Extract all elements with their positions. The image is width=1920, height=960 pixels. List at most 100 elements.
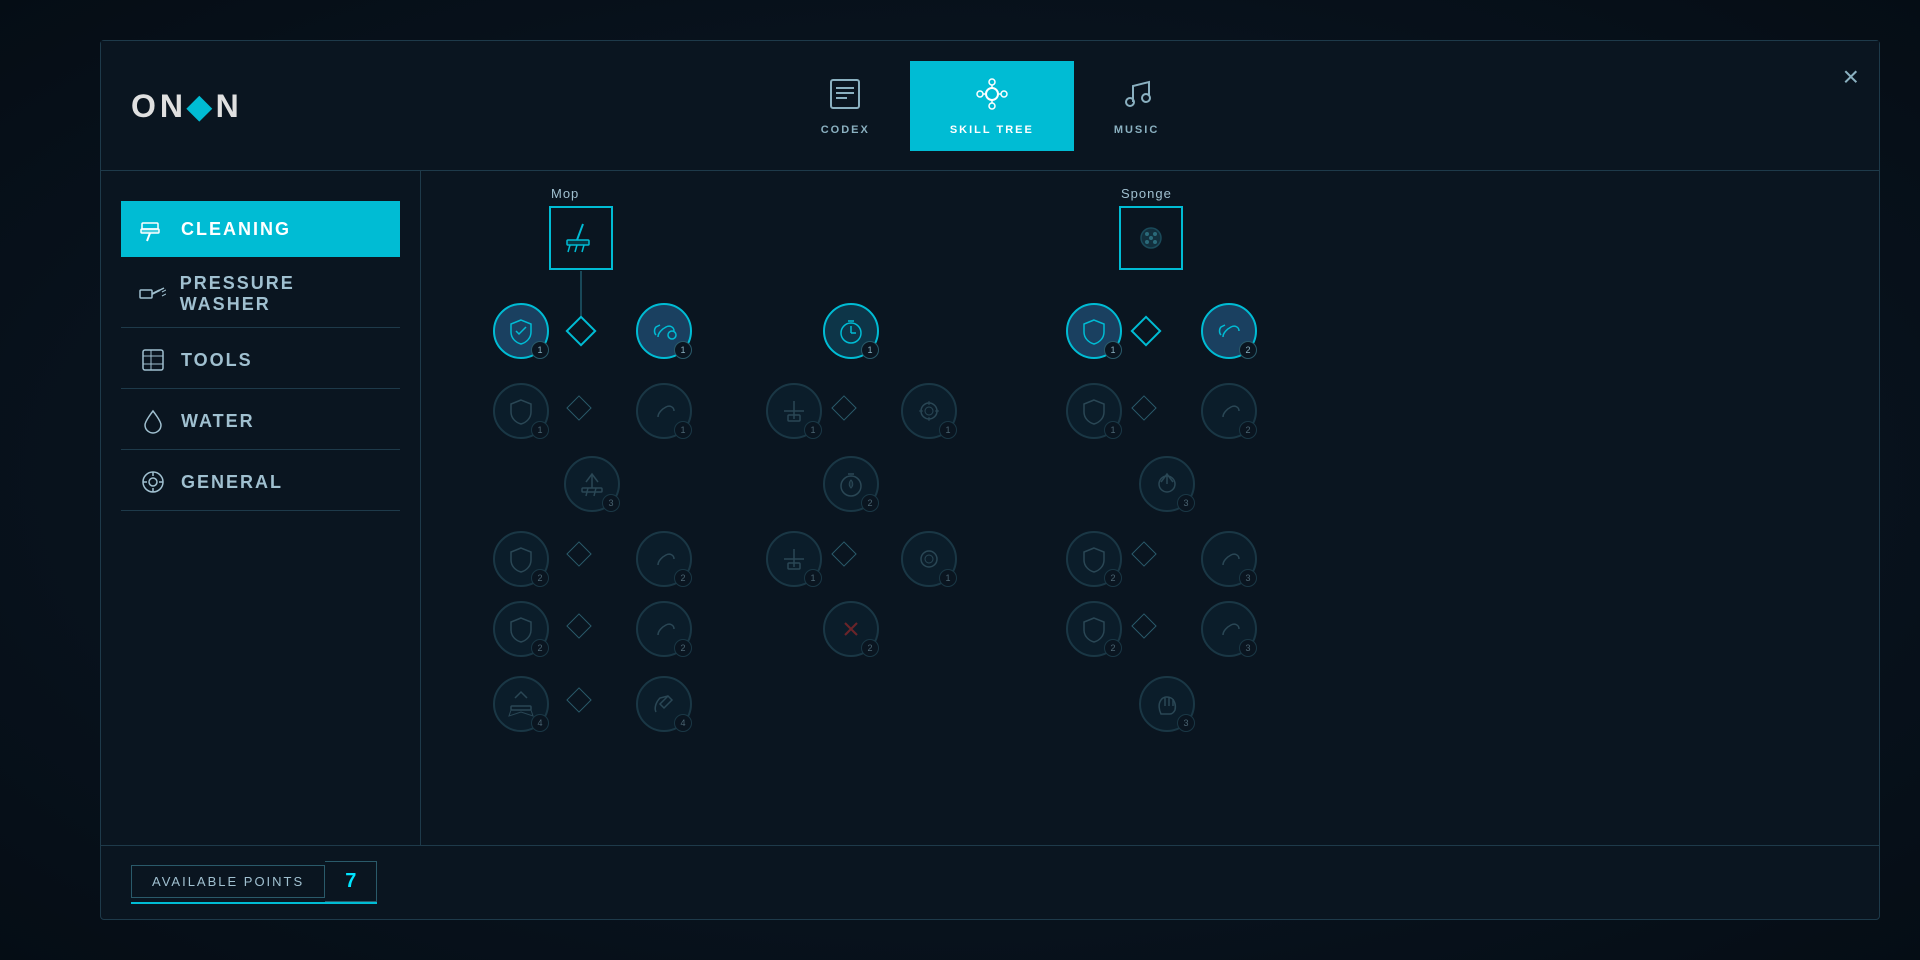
pressure-washer-icon xyxy=(137,278,168,310)
water-label: WATER xyxy=(181,411,255,432)
shield-node-r4c1[interactable]: 2 xyxy=(493,531,549,587)
brush-r2-badge: 1 xyxy=(804,421,822,439)
upgrade-r3-mid-badge: 2 xyxy=(861,494,879,512)
tab-music[interactable]: MUSIC xyxy=(1074,61,1199,151)
header: ON◆N CODEX xyxy=(101,41,1879,171)
connector-sponge-r5 xyxy=(1131,613,1156,638)
main-content: CLEANING PRESSURE WASHER xyxy=(101,171,1879,845)
upgrade-node-r3-sponge[interactable]: 3 xyxy=(1139,456,1195,512)
bottom-bar: AVAILABLE POINTS 7 xyxy=(101,845,1879,919)
shield-sponge-r5[interactable]: 2 xyxy=(1066,601,1122,657)
shield-sponge-r4[interactable]: 2 xyxy=(1066,531,1122,587)
upgrade-node-r3-mid[interactable]: 2 xyxy=(823,456,879,512)
sidebar-item-general[interactable]: GENERAL xyxy=(121,454,400,511)
brush-r4-badge: 1 xyxy=(804,569,822,587)
points-container: AVAILABLE POINTS 7 xyxy=(131,861,377,904)
tab-skill-tree[interactable]: SKILL TREE xyxy=(910,61,1074,151)
close-button[interactable]: × xyxy=(1843,61,1859,93)
spray-sponge-r4[interactable]: 3 xyxy=(1201,531,1257,587)
mop-tool-frame[interactable] xyxy=(549,206,613,270)
spray-node-r2c1[interactable]: 1 xyxy=(636,383,692,439)
logo: ON◆N xyxy=(131,87,243,125)
hand-node-sponge-r6[interactable]: 3 xyxy=(1139,676,1195,732)
spray-sponge-r1-badge: 2 xyxy=(1239,341,1257,359)
shield-node-r2c1[interactable]: 1 xyxy=(493,383,549,439)
sidebar-item-water[interactable]: WATER xyxy=(121,393,400,450)
connector-r6c1 xyxy=(566,687,591,712)
shield-node-sponge-r1[interactable]: 1 xyxy=(1066,303,1122,359)
sponge-tool-frame[interactable] xyxy=(1119,206,1183,270)
cleaning-label: CLEANING xyxy=(181,219,291,240)
tab-codex[interactable]: CODEX xyxy=(781,61,910,151)
tab-skill-tree-label: SKILL TREE xyxy=(950,124,1034,136)
general-label: GENERAL xyxy=(181,472,283,493)
sponge-label: Sponge xyxy=(1121,186,1172,201)
spray-node-r4c1[interactable]: 2 xyxy=(636,531,692,587)
pressure-washer-label: PRESSURE WASHER xyxy=(180,273,384,315)
spray-node-r6c1[interactable]: 4 xyxy=(636,676,692,732)
points-label: AVAILABLE POINTS xyxy=(131,865,325,898)
points-value: 7 xyxy=(325,861,377,902)
connector-r4-mid xyxy=(831,541,856,566)
sidebar-item-cleaning[interactable]: CLEANING xyxy=(121,201,400,257)
timer-r1-badge: 1 xyxy=(861,341,879,359)
mop-label: Mop xyxy=(551,186,579,201)
tools-label: TOOLS xyxy=(181,350,253,371)
shield-node-r1c1[interactable]: 1 xyxy=(493,303,549,359)
upgrade-node-r3-mop[interactable]: 3 xyxy=(564,456,620,512)
shield-node-r5c1[interactable]: 2 xyxy=(493,601,549,657)
spray-sponge-r2[interactable]: 2 xyxy=(1201,383,1257,439)
shield-r1c1-badge: 1 xyxy=(531,341,549,359)
special-node-r6c1[interactable]: 4 xyxy=(493,676,549,732)
sidebar-item-tools[interactable]: TOOLS xyxy=(121,332,400,389)
spray-node-r5c1[interactable]: 2 xyxy=(636,601,692,657)
spray-node-sponge-r1[interactable]: 2 xyxy=(1201,303,1257,359)
sidebar-item-pressure-washer[interactable]: PRESSURE WASHER xyxy=(121,261,400,328)
shield-sponge-r2[interactable]: 1 xyxy=(1066,383,1122,439)
skill-tree-area: Mop Sponge xyxy=(421,171,1879,845)
general-icon xyxy=(137,466,169,498)
spray-r2c1-badge: 1 xyxy=(674,421,692,439)
connector-sponge-r1 xyxy=(1130,315,1161,346)
spray-sponge-r5-badge: 3 xyxy=(1239,639,1257,657)
spray-sponge-r2-badge: 2 xyxy=(1239,421,1257,439)
connector-r4c1 xyxy=(566,541,591,566)
main-dialog: ON◆N CODEX xyxy=(100,40,1880,920)
upgrade-r3-sponge-badge: 3 xyxy=(1177,494,1195,512)
brush-node-r2[interactable]: 1 xyxy=(766,383,822,439)
spray-r4c1-badge: 2 xyxy=(674,569,692,587)
cleaning-icon xyxy=(137,213,169,245)
shield-r5c1-badge: 2 xyxy=(531,639,549,657)
connector-r2c1 xyxy=(566,395,591,420)
spray-r5c1-badge: 2 xyxy=(674,639,692,657)
tab-codex-label: CODEX xyxy=(821,124,870,136)
hand-sponge-r6-badge: 3 xyxy=(1177,714,1195,732)
spray-r1c1-badge: 1 xyxy=(674,341,692,359)
x-r5-badge: 2 xyxy=(861,639,879,657)
connector-r2-mid xyxy=(831,395,856,420)
shield-sponge-r2-badge: 1 xyxy=(1104,421,1122,439)
shield-sponge-r5-badge: 2 xyxy=(1104,639,1122,657)
tools-icon xyxy=(137,344,169,376)
connector-r1c1 xyxy=(565,315,596,346)
spiky-node-r2[interactable]: 1 xyxy=(901,383,957,439)
spray-sponge-r4-badge: 3 xyxy=(1239,569,1257,587)
sidebar: CLEANING PRESSURE WASHER xyxy=(101,171,421,845)
spiky-r4-badge: 1 xyxy=(939,569,957,587)
timer-node-r1[interactable]: 1 xyxy=(823,303,879,359)
music-icon xyxy=(1119,76,1155,119)
nav-tabs: CODEX SKILL TREE xyxy=(781,61,1200,151)
connector-r5c1 xyxy=(566,613,591,638)
shield-r2c1-badge: 1 xyxy=(531,421,549,439)
tab-music-label: MUSIC xyxy=(1114,124,1159,136)
brush-node-r4[interactable]: 1 xyxy=(766,531,822,587)
connector-sponge-r2 xyxy=(1131,395,1156,420)
spray-sponge-r5[interactable]: 3 xyxy=(1201,601,1257,657)
spiky-r2-badge: 1 xyxy=(939,421,957,439)
spiky-node-r4[interactable]: 1 xyxy=(901,531,957,587)
spray-node-r1c1[interactable]: 1 xyxy=(636,303,692,359)
connector-sponge-r4 xyxy=(1131,541,1156,566)
x-node-r5[interactable]: 2 xyxy=(823,601,879,657)
shield-r4c1-badge: 2 xyxy=(531,569,549,587)
water-icon xyxy=(137,405,169,437)
